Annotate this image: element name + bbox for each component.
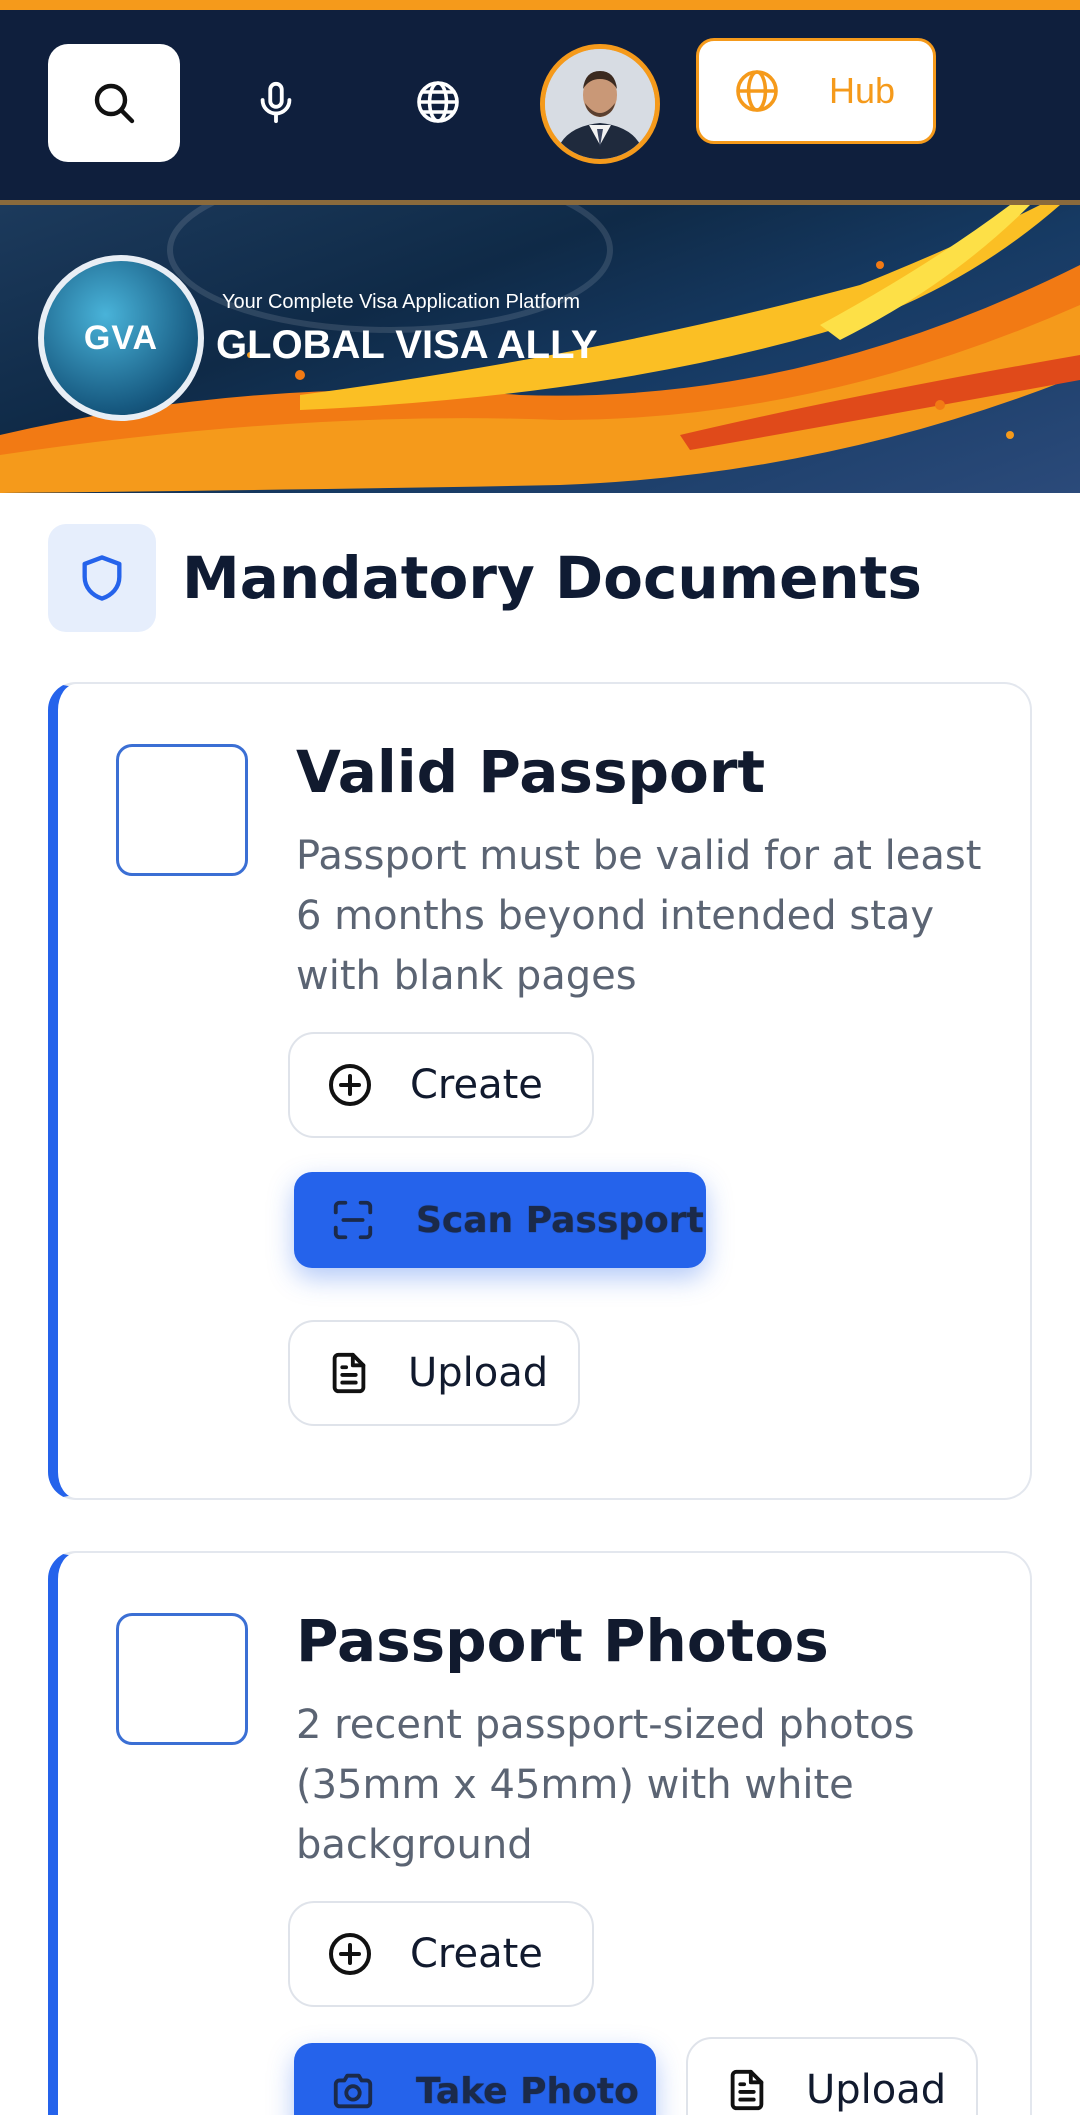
section-header: Mandatory Documents [48, 524, 922, 632]
camera-icon [333, 2073, 373, 2109]
document-description: Passport must be valid for at least 6 mo… [296, 833, 982, 999]
plus-circle-icon [329, 1933, 371, 1975]
document-title: Passport Photos [296, 1607, 829, 1675]
take-photo-button[interactable]: Take Photo [294, 2043, 656, 2115]
search-button[interactable] [48, 44, 180, 162]
upload-button[interactable]: Upload [686, 2037, 978, 2115]
document-card: Valid Passport Passport must be valid fo… [48, 682, 1032, 1500]
document-checkbox[interactable] [116, 744, 248, 876]
upload-label: Upload [408, 1350, 549, 1396]
microphone-icon [260, 81, 292, 124]
hub-button[interactable]: Hub [696, 38, 936, 144]
microphone-button[interactable] [236, 62, 316, 142]
globe-icon [417, 81, 459, 123]
hub-label: Hub [829, 70, 896, 111]
avatar-portrait [545, 49, 655, 159]
banner-tagline: Your Complete Visa Application Platform [222, 291, 580, 313]
document-icon [332, 1352, 366, 1394]
scan-passport-button[interactable]: Scan Passport [294, 1172, 706, 1268]
logo-text: GVA [83, 318, 159, 357]
gva-logo: GVA [38, 255, 204, 421]
brand-banner: GVA Your Complete Visa Application Platf… [0, 205, 1080, 493]
create-button[interactable]: Create [288, 1032, 594, 1138]
create-label: Create [410, 1062, 543, 1108]
shield-badge [48, 524, 156, 632]
scan-icon [333, 1200, 373, 1240]
banner-brand-name: GLOBAL VISA ALLY [216, 323, 598, 367]
document-title: Valid Passport [296, 738, 766, 806]
document-checkbox[interactable] [116, 1613, 248, 1745]
shield-icon [82, 555, 122, 601]
scan-passport-label: Scan Passport [416, 1199, 704, 1241]
upload-label: Upload [806, 2067, 947, 2113]
upload-button[interactable]: Upload [288, 1320, 580, 1426]
document-card: Passport Photos 2 recent passport-sized … [48, 1551, 1032, 2115]
search-icon [94, 83, 135, 124]
section-title: Mandatory Documents [182, 544, 922, 612]
create-label: Create [410, 1931, 543, 1977]
take-photo-label: Take Photo [416, 2070, 639, 2112]
document-icon [730, 2069, 764, 2111]
globe-icon [736, 70, 778, 112]
language-button[interactable] [398, 62, 478, 142]
document-description: 2 recent passport-sized photos (35mm x 4… [296, 1702, 915, 1868]
plus-circle-icon [329, 1064, 371, 1106]
user-avatar[interactable] [540, 44, 660, 164]
top-bar: Hub [0, 0, 1080, 205]
create-button[interactable]: Create [288, 1901, 594, 2007]
